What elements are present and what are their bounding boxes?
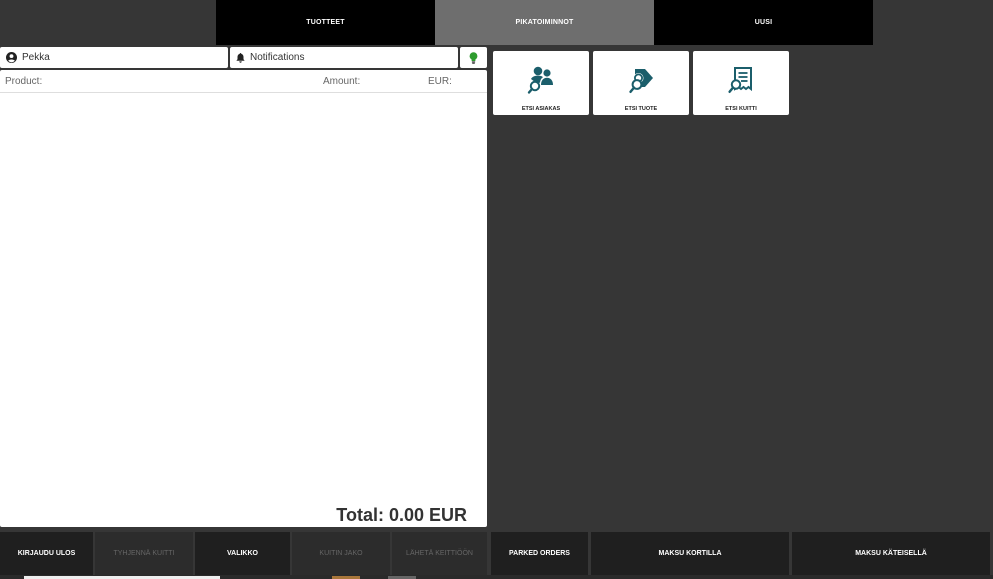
bottom-strip <box>0 575 993 579</box>
receipt-panel: Product: Amount: EUR: Total: 0.00 EUR <box>0 70 487 527</box>
top-left-bar <box>0 0 216 45</box>
status-indicator[interactable] <box>460 47 487 68</box>
send-to-kitchen-button[interactable]: LÄHETÄ KEITTIÖÖN <box>392 532 487 575</box>
split-receipt-button[interactable]: KUITIN JAKO <box>292 532 390 575</box>
bottom-action-bar: KIRJAUDU ULOS TYHJENNÄ KUITTI VALIKKO KU… <box>0 532 993 575</box>
tab-tuotteet[interactable]: TUOTTEET <box>216 0 435 45</box>
user-name: Pekka <box>22 52 50 63</box>
lightbulb-icon <box>469 51 478 64</box>
top-right-bar <box>873 0 993 45</box>
find-receipt-icon <box>728 67 752 93</box>
logout-button[interactable]: KIRJAUDU ULOS <box>0 532 93 575</box>
column-amount: Amount: <box>323 76 361 87</box>
find-customer-icon <box>527 66 553 94</box>
find-product-label: ETSI TUOTE <box>624 106 658 112</box>
tab-uusi[interactable]: UUSI <box>654 0 873 45</box>
menu-button[interactable]: VALIKKO <box>195 532 290 575</box>
find-receipt-button[interactable]: ETSI KUITTI <box>693 51 789 115</box>
column-product: Product: <box>5 76 43 87</box>
tab-pikatoiminnot[interactable]: PIKATOIMINNOT <box>435 0 654 45</box>
notifications-label: Notifications <box>250 52 305 63</box>
parked-orders-button[interactable]: PARKED ORDERS <box>491 532 588 575</box>
find-product-button[interactable]: ETSI TUOTE <box>593 51 689 115</box>
receipt-total: Total: 0.00 EUR <box>336 505 467 525</box>
pay-by-card-button[interactable]: MAKSU KORTILLA <box>591 532 789 575</box>
find-receipt-label: ETSI KUITTI <box>725 106 757 112</box>
user-selector[interactable]: Pekka <box>0 47 228 68</box>
clear-receipt-button[interactable]: TYHJENNÄ KUITTI <box>95 532 193 575</box>
pay-by-cash-button[interactable]: MAKSU KÄTEISELLÄ <box>792 532 990 575</box>
find-product-icon <box>629 69 653 93</box>
notifications-button[interactable]: Notifications <box>230 47 458 68</box>
column-eur: EUR: <box>428 76 452 87</box>
user-circle-icon <box>6 52 17 63</box>
receipt-header: Product: Amount: EUR: <box>0 70 487 93</box>
bell-icon <box>236 52 245 63</box>
find-customer-button[interactable]: ETSI ASIAKAS <box>493 51 589 115</box>
find-customer-label: ETSI ASIAKAS <box>521 106 561 112</box>
main-tabs: TUOTTEET PIKATOIMINNOT UUSI <box>216 0 873 45</box>
